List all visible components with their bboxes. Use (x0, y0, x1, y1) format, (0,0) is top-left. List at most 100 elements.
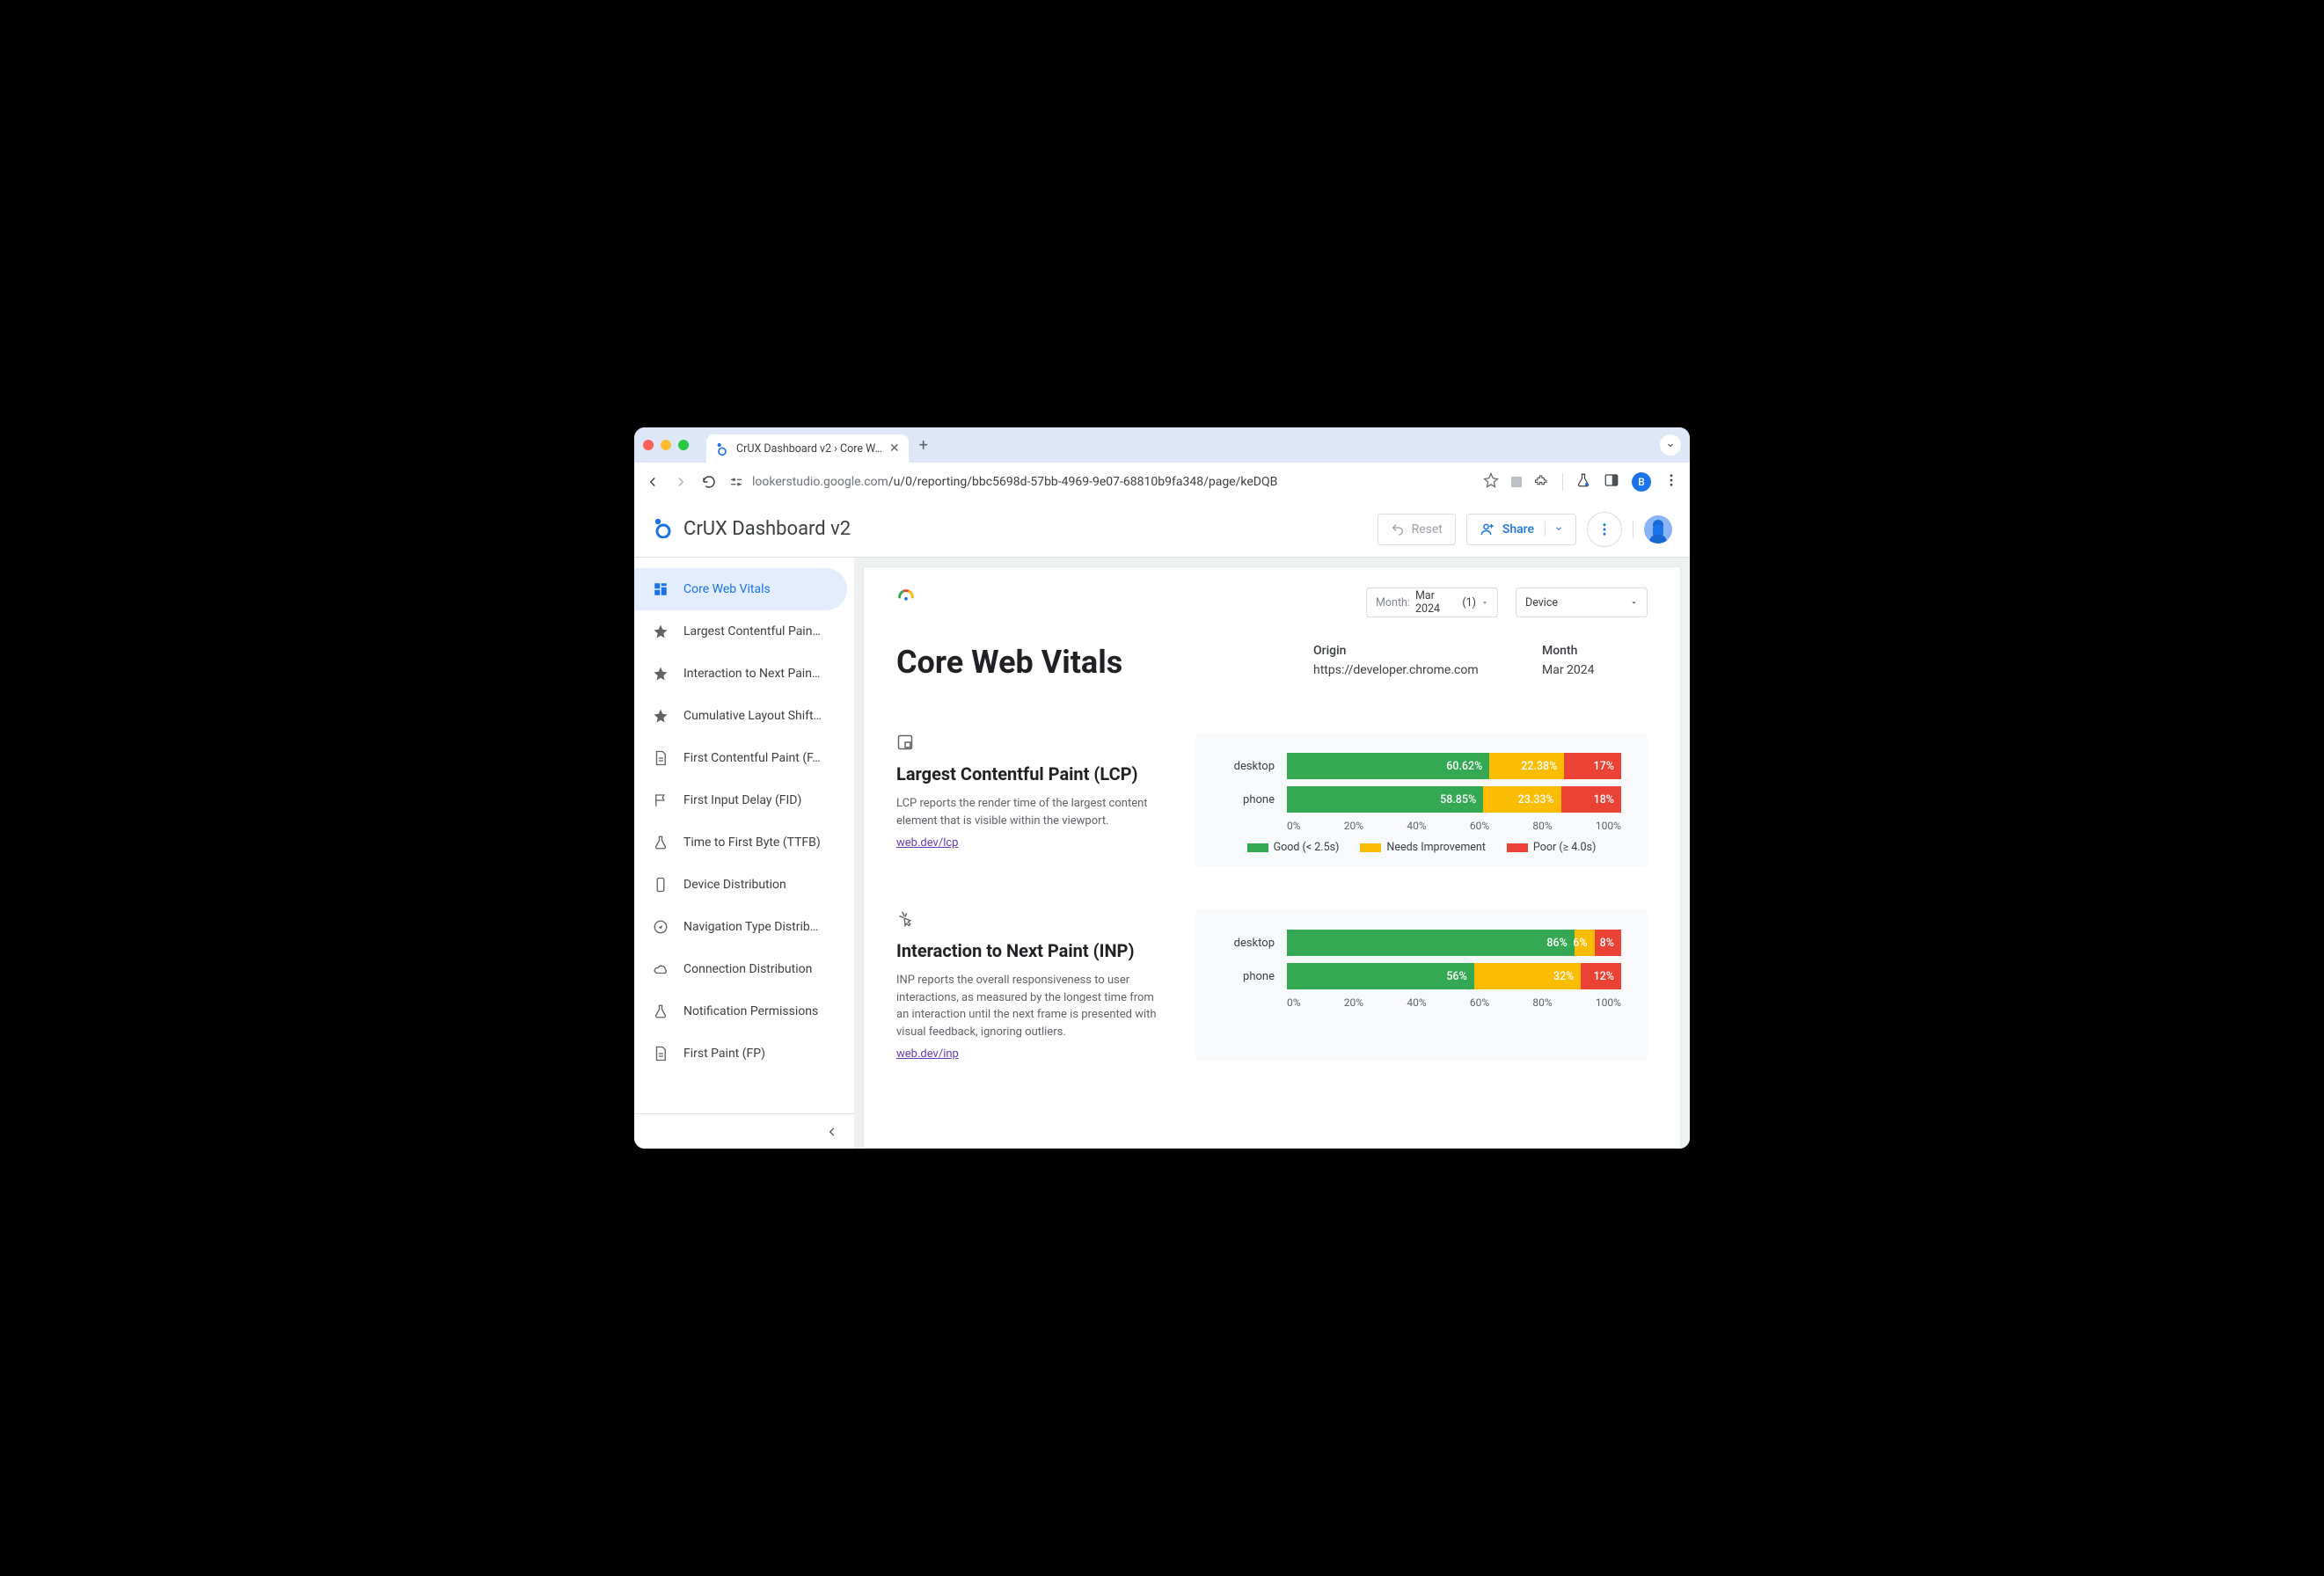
site-settings-icon[interactable] (729, 475, 743, 489)
sidebar-item-4[interactable]: First Contentful Paint (F… (634, 737, 847, 779)
chevron-down-icon (1665, 440, 1676, 450)
chart-axis: 0%20%40%60%80%100% (1287, 996, 1621, 1009)
address-bar[interactable]: lookerstudio.google.com/u/0/reporting/bb… (729, 475, 1471, 489)
cwv-logo-icon (896, 587, 916, 610)
new-tab-button[interactable]: + (919, 436, 928, 455)
sidebar-item-9[interactable]: Connection Distribution (634, 948, 847, 990)
side-panel-button[interactable] (1604, 472, 1619, 492)
tab-overflow-button[interactable] (1660, 434, 1681, 456)
sidebar-item-label: Largest Contentful Pain… (683, 624, 821, 638)
page-icon (652, 1046, 669, 1062)
page-title: Core Web Vitals (896, 644, 1278, 681)
sidebar: Core Web Vitals Largest Contentful Pain… I… (634, 558, 854, 1149)
metric-link[interactable]: web.dev/lcp (896, 836, 958, 850)
looker-studio-icon (715, 441, 729, 456)
star-icon (652, 666, 669, 682)
chevron-down-icon (1481, 599, 1488, 607)
reload-button[interactable] (701, 474, 717, 490)
bookmark-button[interactable] (1483, 472, 1499, 492)
cloud-icon (652, 961, 669, 977)
star-icon (652, 624, 669, 639)
sidebar-item-10[interactable]: Notification Permissions (634, 990, 847, 1032)
sidebar-item-8[interactable]: Navigation Type Distrib… (634, 906, 847, 948)
report-canvas[interactable]: Month: Mar 2024 (1) Device Core Web Vita… (863, 566, 1681, 1149)
metric-section-1: Interaction to Next Paint (INP)INP repor… (896, 910, 1648, 1061)
sidebar-item-7[interactable]: Device Distribution (634, 864, 847, 906)
sidebar-item-5[interactable]: First Input Delay (FID) (634, 779, 847, 821)
metric-icon (896, 733, 1160, 755)
metric-desc: LCP reports the render time of the large… (896, 795, 1160, 829)
browser-menu-button[interactable] (1663, 472, 1679, 492)
sidebar-item-3[interactable]: Cumulative Layout Shift… (634, 695, 847, 737)
metric-description: Interaction to Next Paint (INP)INP repor… (896, 910, 1160, 1061)
compass-icon (652, 919, 669, 935)
extensions-button[interactable] (1534, 472, 1550, 492)
chart-bar-row: phone58.85%23.33%18% (1222, 786, 1621, 813)
chart-legend: Good (< 2.5s)Needs ImprovementPoor (≥ 4.… (1222, 841, 1621, 854)
metric-desc: INP reports the overall responsiveness t… (896, 972, 1160, 1040)
sidebar-item-label: First Input Delay (FID) (683, 793, 801, 807)
looker-studio-logo-icon (652, 517, 673, 542)
chart-bar-row: phone56%32%12% (1222, 963, 1621, 989)
app-body: Core Web Vitals Largest Contentful Pain… I… (634, 558, 1690, 1149)
metric-link[interactable]: web.dev/inp (896, 1047, 959, 1061)
sidebar-item-label: First Contentful Paint (F… (683, 751, 821, 765)
more-vert-icon (1597, 522, 1612, 537)
undo-icon (1391, 522, 1405, 536)
sidebar-item-6[interactable]: Time to First Byte (TTFB) (634, 821, 847, 864)
user-avatar[interactable] (1644, 515, 1672, 544)
metric-description: Largest Contentful Paint (LCP)LCP report… (896, 733, 1160, 866)
more-options-button[interactable] (1587, 512, 1622, 547)
share-dropdown-icon[interactable] (1545, 522, 1563, 536)
sidebar-item-label: Navigation Type Distrib… (683, 920, 818, 934)
sidebar-item-label: Cumulative Layout Shift… (683, 709, 822, 723)
reset-button[interactable]: Reset (1378, 514, 1456, 545)
sidebar-item-label: First Paint (FP) (683, 1047, 765, 1061)
sidebar-item-label: Device Distribution (683, 878, 786, 892)
sidebar-item-1[interactable]: Largest Contentful Pain… (634, 610, 847, 653)
browser-window: CrUX Dashboard v2 › Core W… ✕ + lookerst… (634, 427, 1690, 1149)
chart-bar-row: desktop60.62%22.38%17% (1222, 753, 1621, 779)
close-tab-icon[interactable]: ✕ (889, 441, 900, 456)
sidebar-item-label: Time to First Byte (TTFB) (683, 835, 821, 850)
person-add-icon (1480, 522, 1495, 537)
sidebar-item-0[interactable]: Core Web Vitals (634, 568, 847, 610)
flask-icon (652, 1003, 669, 1019)
sidebar-list[interactable]: Core Web Vitals Largest Contentful Pain… I… (634, 558, 854, 1113)
chart-axis: 0%20%40%60%80%100% (1287, 820, 1621, 832)
sidebar-item-label: Interaction to Next Pain… (683, 667, 820, 681)
chevron-left-icon (826, 1126, 838, 1138)
back-button[interactable] (645, 474, 661, 490)
maximize-window-icon[interactable] (678, 440, 689, 450)
device-filter[interactable]: Device (1516, 587, 1648, 617)
close-window-icon[interactable] (643, 440, 654, 450)
browser-tab[interactable]: CrUX Dashboard v2 › Core W… ✕ (706, 434, 909, 463)
page-icon (652, 750, 669, 766)
sidebar-item-2[interactable]: Interaction to Next Pain… (634, 653, 847, 695)
sidebar-item-11[interactable]: First Paint (FP) (634, 1032, 847, 1075)
month-meta: Month Mar 2024 (1542, 644, 1648, 677)
flask-icon (652, 835, 669, 850)
origin-meta: Origin https://developer.chrome.com (1313, 644, 1507, 677)
collapse-sidebar-button[interactable] (634, 1113, 854, 1149)
extension-placeholder-icon[interactable] (1511, 477, 1522, 487)
labs-button[interactable] (1575, 472, 1591, 492)
tab-strip: CrUX Dashboard v2 › Core W… ✕ + (634, 427, 1690, 463)
app-title: CrUX Dashboard v2 (683, 518, 851, 540)
share-button[interactable]: Share (1466, 514, 1576, 545)
sidebar-item-label: Notification Permissions (683, 1004, 818, 1018)
window-controls[interactable] (643, 440, 689, 450)
month-filter[interactable]: Month: Mar 2024 (1) (1366, 587, 1498, 617)
profile-avatar[interactable]: B (1632, 472, 1651, 492)
metric-chart: desktop86%6%8%phone56%32%12%0%20%40%60%8… (1195, 910, 1648, 1061)
forward-button[interactable] (673, 474, 689, 490)
tab-title: CrUX Dashboard v2 › Core W… (736, 442, 882, 456)
device-icon (652, 877, 669, 893)
browser-toolbar: lookerstudio.google.com/u/0/reporting/bb… (634, 463, 1690, 501)
dashboard-icon (652, 581, 669, 597)
flag-icon (652, 792, 669, 808)
metric-icon (896, 910, 1160, 931)
app-header: CrUX Dashboard v2 Reset Share (634, 501, 1690, 558)
metric-section-0: Largest Contentful Paint (LCP)LCP report… (896, 733, 1648, 866)
minimize-window-icon[interactable] (661, 440, 671, 450)
